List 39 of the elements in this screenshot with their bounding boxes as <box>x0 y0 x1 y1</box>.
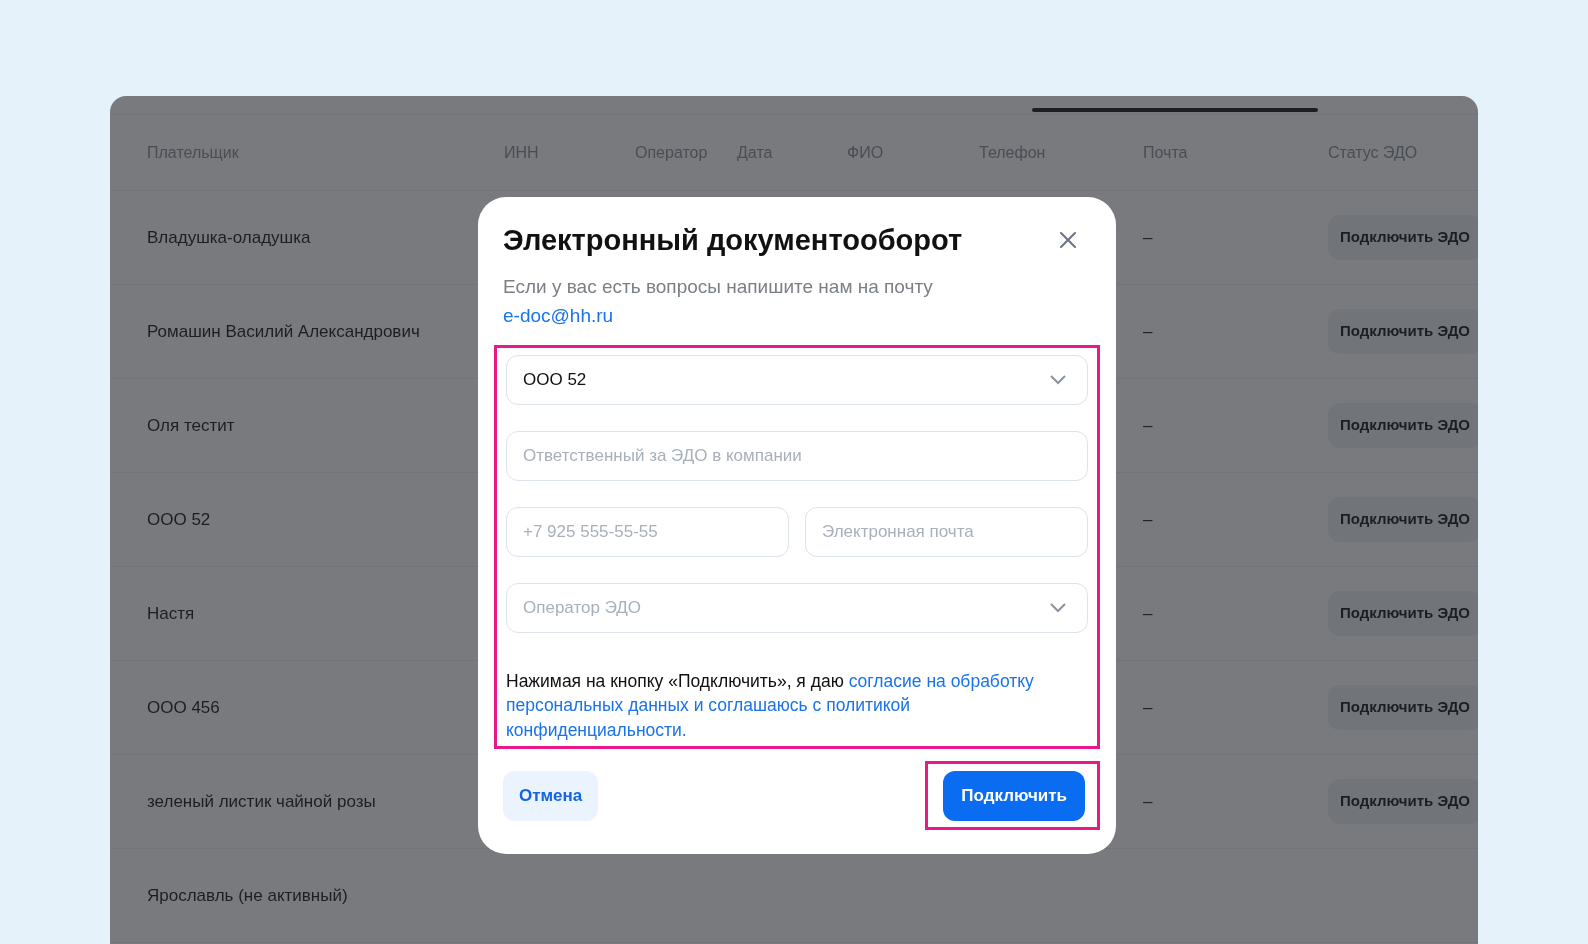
privacy-link[interactable]: согласие на обработку <box>848 670 1034 691</box>
table-cell-text: – <box>1143 226 1154 249</box>
connect-button[interactable]: Подключить <box>943 771 1085 822</box>
table-cell-text: Ярославль (не активный) <box>147 884 349 907</box>
select-field[interactable]: ООО 52 <box>506 354 1088 405</box>
consent-text: Нажимая на кнопку «Подключить», я даю согласие на обработку персональных данных и соглашаюсь с политикой конфиденциальности. <box>506 669 1035 742</box>
modal-title: Электронный документооборот <box>503 223 963 258</box>
chevron-down-icon[interactable] <box>1050 602 1066 613</box>
connect-edo-button[interactable]: Подключить ЭДО <box>1328 591 1478 636</box>
input-field[interactable]: Ответственный за ЭДО в компании <box>506 430 1088 481</box>
chevron-down-icon[interactable] <box>1050 374 1066 385</box>
connect-edo-button[interactable]: Подключить ЭДО <box>1328 215 1478 260</box>
table-cell-text: – <box>1143 696 1154 719</box>
table-cell-text: зеленый листик чайной розы <box>147 790 377 813</box>
table-cell-text: – <box>1143 790 1154 813</box>
table-cell-text: Настя <box>147 602 196 625</box>
connect-edo-button[interactable]: Подключить ЭДО <box>1328 497 1478 542</box>
table-cell-text: ООО 52 <box>147 508 212 531</box>
modal-subtitle: Если у вас есть вопросы напишите нам на почту <box>503 275 933 297</box>
email-link[interactable]: e-doc@hh.ru <box>503 305 614 327</box>
input-field[interactable]: +7 925 555-55-55 <box>506 506 789 557</box>
select-field[interactable]: Оператор ЭДО <box>506 582 1088 633</box>
table-cell-text: – <box>1143 602 1154 625</box>
connect-edo-button[interactable]: Подключить ЭДО <box>1328 403 1478 448</box>
privacy-link[interactable]: конфиденциальности. <box>506 719 687 740</box>
table-cell-text: ООО 456 <box>147 696 221 719</box>
connect-edo-button[interactable]: Подключить ЭДО <box>1328 779 1478 824</box>
table-cell-text: – <box>1143 414 1154 437</box>
close-icon[interactable] <box>1059 231 1077 250</box>
table-cell-text: Оля тестит <box>147 414 236 437</box>
connect-edo-button[interactable]: Подключить ЭДО <box>1328 685 1478 730</box>
connect-edo-button[interactable]: Подключить ЭДО <box>1328 309 1478 354</box>
table-cell-text: – <box>1143 508 1154 531</box>
table-cell-text: – <box>1143 320 1154 343</box>
input-field[interactable]: Электронная почта <box>805 506 1088 557</box>
privacy-link[interactable]: персональных данных и соглашаюсь с политикой <box>506 695 911 716</box>
cancel-button[interactable]: Отмена <box>503 770 599 821</box>
table-cell-text: Ромашин Василий Александрович <box>147 320 421 343</box>
table-cell-text: Владушка-оладушка <box>147 226 312 249</box>
